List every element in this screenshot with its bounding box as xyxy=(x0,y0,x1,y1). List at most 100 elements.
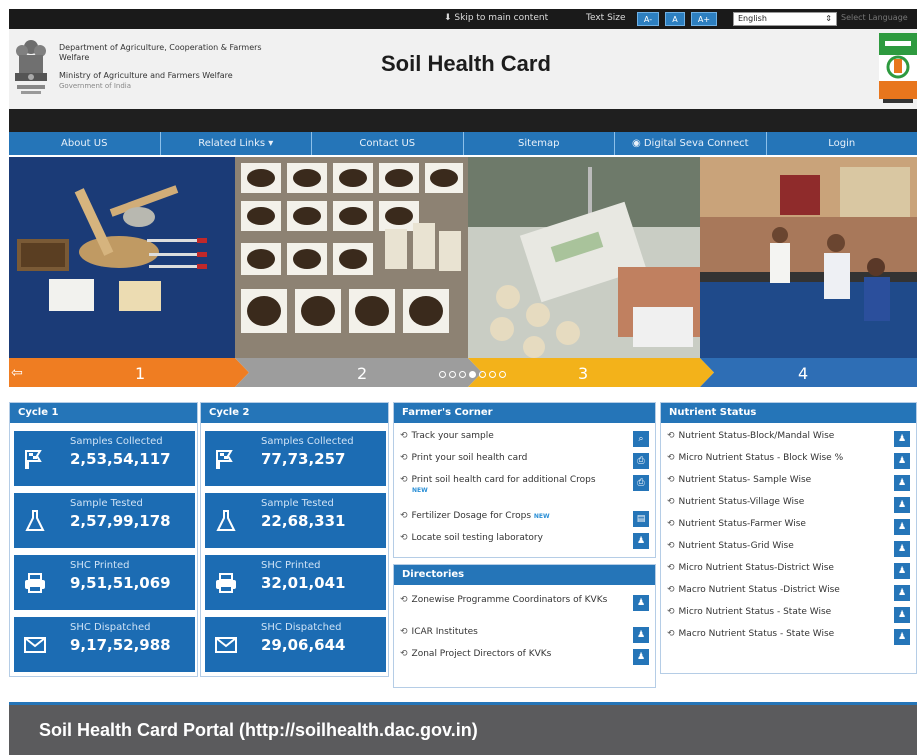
item-label: Zonewise Programme Coordinators of KVKs xyxy=(411,595,608,605)
item-label: Fertilizer Dosage for Crops xyxy=(411,511,532,521)
person-icon[interactable]: ♟ xyxy=(894,629,910,645)
farmers-corner-item[interactable]: ⟲ Print your soil health card ⎙ xyxy=(400,453,651,471)
arrow-icon: ⟲ xyxy=(667,629,675,639)
person-icon[interactable]: ♟ xyxy=(633,595,649,611)
item-label: Locate soil testing laboratory xyxy=(411,533,543,543)
ministry-name: Ministry of Agriculture and Farmers Welf… xyxy=(59,71,233,80)
department-name-line2: Welfare xyxy=(59,53,90,62)
cycle-2-panel: Cycle 2 Samples Collected 77,73,257 Samp… xyxy=(200,402,389,677)
arrow-icon: ⟲ xyxy=(400,533,408,543)
soil-lab-staff-photo xyxy=(700,157,917,358)
farmers-corner-item[interactable]: ⟲ Track your sample ⌕ xyxy=(400,431,651,449)
nav-login[interactable]: Login xyxy=(767,132,917,155)
arrow-icon: ⟲ xyxy=(667,453,675,463)
envelope-icon xyxy=(215,637,237,653)
directories-item[interactable]: ⟲ ICAR Institutes ♟ xyxy=(400,627,651,645)
farmers-corner-item[interactable]: ⟲ Locate soil testing laboratory ♟ xyxy=(400,533,651,551)
carousel-dot[interactable] xyxy=(499,371,506,378)
person-icon[interactable]: ♟ xyxy=(894,607,910,623)
nutrient-status-item[interactable]: ⟲ Macro Nutrient Status -District Wise ♟ xyxy=(667,585,912,603)
person-icon[interactable]: ♟ xyxy=(894,431,910,447)
person-icon[interactable]: ♟ xyxy=(894,475,910,491)
person-icon[interactable]: ♟ xyxy=(633,533,649,549)
text-size-decrease-button[interactable]: A- xyxy=(637,12,659,26)
stat-value: 9,51,51,069 xyxy=(70,574,171,592)
nutrient-status-item[interactable]: ⟲ Micro Nutrient Status-District Wise ♟ xyxy=(667,563,912,581)
text-size-normal-button[interactable]: A xyxy=(665,12,685,26)
arrow-icon: ⟲ xyxy=(400,431,408,441)
image-carousel[interactable]: 1 2 3 4 ⇦ xyxy=(9,157,917,387)
carousel-dot[interactable] xyxy=(439,371,446,378)
item-label: Nutrient Status-Grid Wise xyxy=(678,541,794,551)
nav-contact-us[interactable]: Contact US xyxy=(312,132,464,155)
print-icon[interactable]: ⎙ xyxy=(633,475,649,491)
nav-sitemap[interactable]: Sitemap xyxy=(464,132,615,155)
nav-digital-seva-connect[interactable]: ◉ Digital Seva Connect xyxy=(615,132,767,155)
cycle-2-shc-dispatched: SHC Dispatched 29,06,644 xyxy=(205,617,386,672)
language-select[interactable]: English ⇕ xyxy=(733,12,837,26)
department-block: Department of Agriculture, Cooperation &… xyxy=(59,43,262,91)
directories-item[interactable]: ⟲ Zonal Project Directors of KVKs ♟ xyxy=(400,649,651,667)
carousel-prev-icon[interactable]: ⇦ xyxy=(11,365,23,381)
printer-icon xyxy=(25,573,45,593)
nutrient-status-item[interactable]: ⟲ Nutrient Status-Grid Wise ♟ xyxy=(667,541,912,559)
carousel-dot[interactable] xyxy=(449,371,456,378)
stat-value: 77,73,257 xyxy=(261,450,346,468)
step-4-segment xyxy=(700,358,917,387)
nav-about-us[interactable]: About US xyxy=(9,132,161,155)
nutrient-status-item[interactable]: ⟲ Nutrient Status-Block/Mandal Wise ♟ xyxy=(667,431,912,449)
stat-value: 22,68,331 xyxy=(261,512,346,530)
nutrient-status-item[interactable]: ⟲ Nutrient Status- Sample Wise ♟ xyxy=(667,475,912,493)
cycle-2-title: Cycle 2 xyxy=(201,403,388,423)
nutrient-status-item[interactable]: ⟲ Micro Nutrient Status - State Wise ♟ xyxy=(667,607,912,625)
new-badge: NEW xyxy=(412,487,428,494)
step-1-segment xyxy=(9,358,249,387)
person-icon[interactable]: ♟ xyxy=(633,627,649,643)
nutrient-status-item[interactable]: ⟲ Micro Nutrient Status - Block Wise % ♟ xyxy=(667,453,912,471)
calculator-icon[interactable]: ▤ xyxy=(633,511,649,527)
nutrient-status-item[interactable]: ⟲ Macro Nutrient Status - State Wise ♟ xyxy=(667,629,912,647)
digital-seva-icon: ◉ xyxy=(631,138,644,149)
person-icon[interactable]: ♟ xyxy=(894,519,910,535)
person-icon[interactable]: ♟ xyxy=(633,649,649,665)
cycle-1-shc-dispatched: SHC Dispatched 9,17,52,988 xyxy=(14,617,195,672)
farmers-corner-item[interactable]: ⟲ Fertilizer Dosage for Crops NEW ▤ xyxy=(400,511,651,529)
nutrient-status-item[interactable]: ⟲ Nutrient Status-Farmer Wise ♟ xyxy=(667,519,912,537)
person-icon[interactable]: ♟ xyxy=(894,585,910,601)
person-icon[interactable]: ♟ xyxy=(894,453,910,469)
farmers-corner-item[interactable]: ⟲ Print soil health card for additional C… xyxy=(400,475,651,499)
item-label: Zonal Project Directors of KVKs xyxy=(411,649,552,659)
carousel-dot[interactable] xyxy=(479,371,486,378)
arrow-icon: ⟲ xyxy=(667,607,675,617)
print-icon[interactable]: ⎙ xyxy=(633,453,649,469)
stat-value: 29,06,644 xyxy=(261,636,346,654)
person-icon[interactable]: ♟ xyxy=(894,497,910,513)
carousel-dot[interactable] xyxy=(489,371,496,378)
flag-icon xyxy=(25,450,42,469)
search-icon[interactable]: ⌕ xyxy=(633,431,649,447)
arrow-icon: ⟲ xyxy=(667,431,675,441)
nav-related-links[interactable]: Related Links ▾ xyxy=(161,132,312,155)
stat-label: SHC Dispatched xyxy=(261,622,342,633)
department-name-line1: Department of Agriculture, Cooperation &… xyxy=(59,43,262,52)
page: ⬇ Skip to main content Text Size A- A A+… xyxy=(0,0,917,755)
person-icon[interactable]: ♟ xyxy=(894,563,910,579)
text-size-increase-button[interactable]: A+ xyxy=(691,12,717,26)
carousel-dot[interactable] xyxy=(459,371,466,378)
flag-icon xyxy=(216,450,233,469)
directories-item[interactable]: ⟲ Zonewise Programme Coordinators of KVKs xyxy=(400,595,631,625)
person-icon[interactable]: ♟ xyxy=(894,541,910,557)
cycle-2-shc-printed: SHC Printed 32,01,041 xyxy=(205,555,386,610)
carousel-dot-active[interactable] xyxy=(469,371,476,378)
stat-label: Sample Tested xyxy=(70,498,143,509)
text-size-label: Text Size xyxy=(586,13,626,23)
national-emblem-icon xyxy=(11,35,51,99)
item-label: Nutrient Status- Sample Wise xyxy=(678,475,812,485)
soil-sampling-tools-photo xyxy=(9,157,235,358)
cycle-1-shc-printed: SHC Printed 9,51,51,069 xyxy=(14,555,195,610)
header-dark-band xyxy=(9,109,917,132)
directories-panel: Directories ⟲ Zonewise Programme Coordina… xyxy=(393,564,656,688)
item-label: Print soil health card for additional Cr… xyxy=(411,475,596,485)
skip-to-content-link[interactable]: ⬇ Skip to main content xyxy=(444,13,548,23)
nutrient-status-item[interactable]: ⟲ Nutrient Status-Village Wise ♟ xyxy=(667,497,912,515)
